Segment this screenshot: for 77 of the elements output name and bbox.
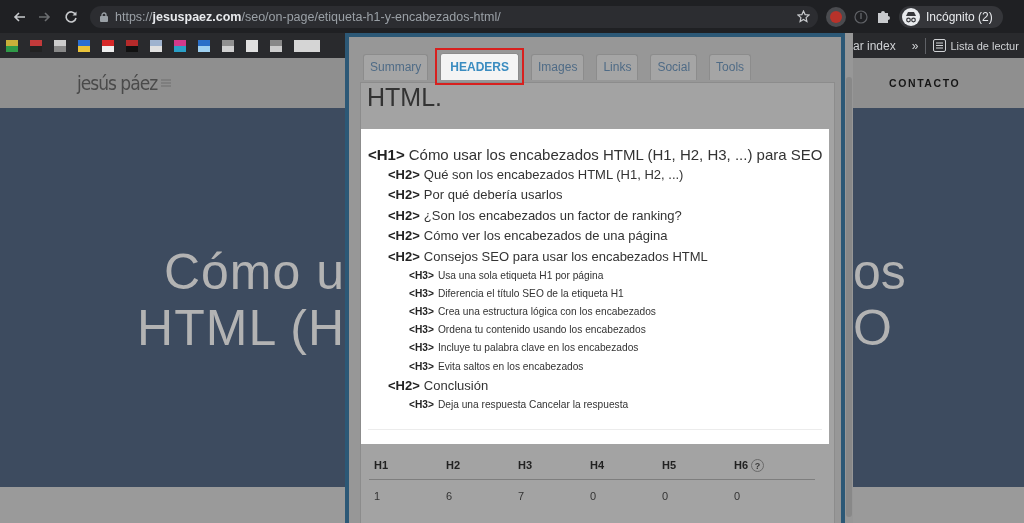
table-cell: 0: [734, 490, 741, 502]
favicon-icon[interactable]: [150, 39, 162, 52]
more-bookmarks-button[interactable]: »: [911, 38, 919, 53]
reload-button[interactable]: [64, 9, 78, 24]
heading-title: Evita saltos en los encabezados: [437, 360, 584, 372]
column-header: H4: [590, 459, 605, 471]
heading-tag: <H1>: [368, 146, 405, 163]
table-cell: 0: [662, 490, 669, 502]
table-cell: 1: [374, 490, 381, 502]
column-header: H2: [446, 459, 461, 471]
heading-title: Cómo usar los encabezados HTML (H1, H2, H3, ...) para SEO: [408, 146, 823, 163]
table-cell: 0: [590, 490, 597, 502]
url-text: https://jesuspaez.com/seo/on-page/etiqueta-h1-y-encabezados-html/: [115, 9, 501, 24]
heading-tag: <H2>: [388, 167, 420, 182]
heading-title: Consejos SEO para usar los encabezados HTML: [423, 248, 708, 264]
favicon-icon[interactable]: [102, 39, 114, 52]
heading-tag: <H3>: [409, 342, 434, 354]
heading-title: ¿Son los encabezados un factor de ranking?: [423, 207, 682, 223]
tab[interactable]: Social: [650, 54, 698, 80]
address-bar[interactable]: https://jesuspaez.com/seo/on-page/etiqueta-h1-y-encabezados-html/: [90, 5, 818, 28]
heading-title: Por qué debería usarlos: [423, 187, 563, 203]
favicon-icon[interactable]: [6, 39, 18, 52]
info-icon[interactable]: [854, 9, 868, 24]
hero-title: HTML (H: [136, 299, 345, 356]
favicon-icon[interactable]: [294, 39, 320, 52]
heading-tag: <H3>: [409, 288, 434, 300]
table-cell: 6: [446, 490, 453, 502]
heading-tag: <H2>: [388, 228, 420, 244]
incognito-icon: [902, 7, 920, 26]
favicon-icon[interactable]: [222, 39, 234, 52]
heading-title: Incluye tu palabra clave en los encabezados: [437, 342, 639, 354]
profile-button[interactable]: Incógnito (2): [899, 5, 1003, 28]
favicon-icon[interactable]: [54, 39, 66, 52]
list-icon: [933, 39, 947, 52]
star-icon[interactable]: [797, 10, 810, 23]
heading-title: Usa una sola etiqueta H1 por página: [437, 270, 604, 282]
site-logo[interactable]: jesús páez: [77, 72, 158, 94]
heading-text: HTML.: [366, 83, 443, 113]
hero-title: O: [853, 299, 893, 356]
heading-tag: <H2>: [388, 248, 420, 264]
heading-tag: <H2>: [388, 377, 420, 393]
heading-title: Cómo ver los encabezados de una página: [423, 228, 668, 244]
heading-tag: <H3>: [409, 399, 434, 410]
lock-icon: [100, 11, 108, 22]
heading-title: Ordena tu contenido usando los encabezados: [437, 324, 646, 336]
favicon-icon[interactable]: [198, 39, 210, 52]
heading-title: Diferencia el título SEO de la etiqueta H1: [437, 288, 624, 300]
table-cell: 7: [518, 490, 525, 502]
heading-tag: <H3>: [409, 360, 434, 372]
column-header: H5: [662, 459, 677, 471]
bookmark-link[interactable]: ar index: [853, 38, 896, 53]
heading-title: Deja una respuesta Cancelar la respuesta: [437, 399, 629, 410]
nav-link[interactable]: CONTACTO: [871, 77, 961, 89]
puzzle-icon[interactable]: [876, 9, 891, 24]
heading-title: Crea una estructura lógica con los encabezados: [437, 306, 656, 318]
favicon-icon[interactable]: [270, 39, 282, 52]
hero-title: os: [853, 243, 907, 300]
heading-tag: <H3>: [409, 324, 434, 336]
heading-tag: <H3>: [409, 306, 434, 318]
heading-tag: <H2>: [388, 207, 420, 223]
back-button[interactable]: [12, 9, 26, 24]
tab[interactable]: HEADERS: [440, 53, 520, 80]
hero-title: Cómo u: [162, 243, 345, 300]
extension-icon[interactable]: [826, 6, 846, 27]
tab[interactable]: Links: [596, 54, 639, 80]
favicon-icon[interactable]: [246, 39, 258, 52]
heading-tag: <H2>: [388, 187, 420, 203]
tab[interactable]: Tools: [709, 54, 752, 80]
heading-title: Qué son los encabezados HTML (H1, H2, ...): [423, 167, 684, 182]
column-header: H3: [518, 459, 533, 471]
favicon-icon[interactable]: [78, 39, 90, 52]
reading-list-button[interactable]: Lista de lectur: [933, 39, 1019, 52]
column-header: H1: [374, 459, 389, 471]
column-header: H6: [734, 459, 749, 471]
scrollbar-thumb[interactable]: [846, 77, 853, 517]
heading-title: Conclusión: [423, 377, 489, 393]
heading-tag: <H3>: [409, 270, 434, 282]
